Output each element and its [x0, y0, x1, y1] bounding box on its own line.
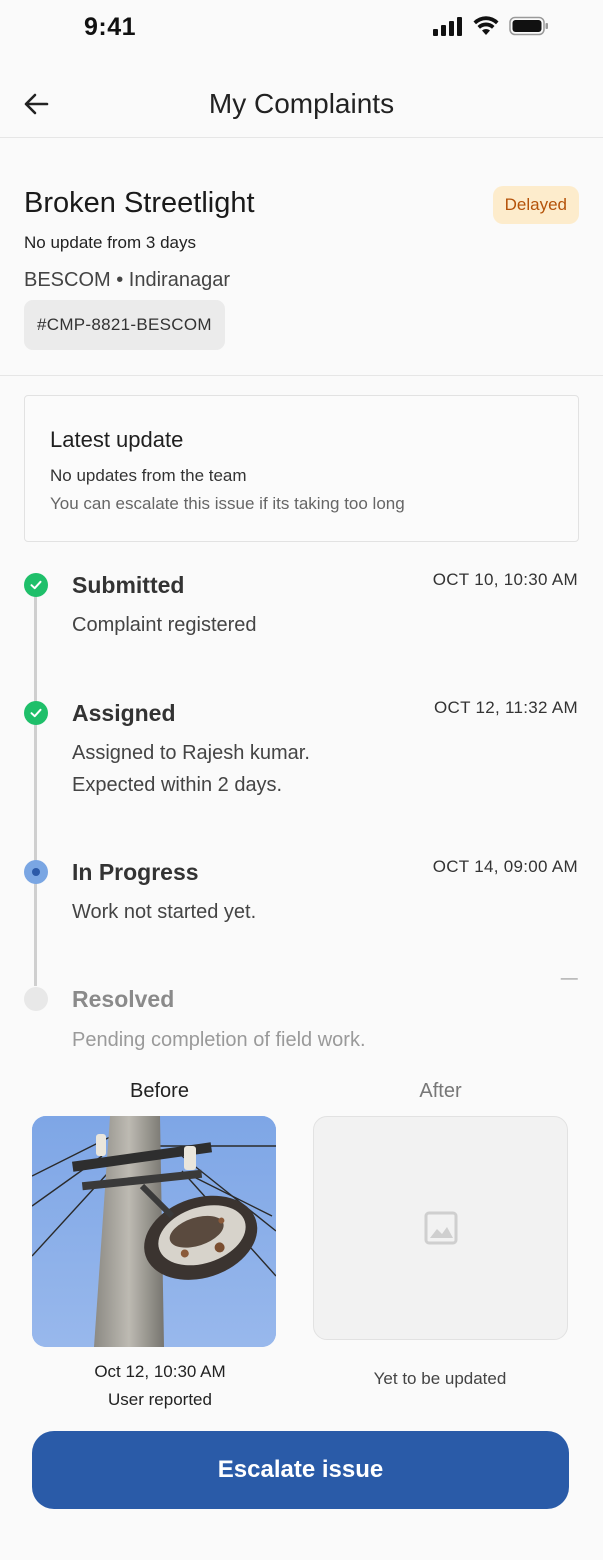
latest-update-title: Latest update [50, 427, 184, 452]
check-icon [24, 573, 48, 597]
timeline-description-line1: Assigned to Rajesh kumar. [72, 742, 310, 764]
navigation-bar: My Complaints [0, 72, 603, 138]
timeline-time: OCT 10, 10:30 AM [432, 570, 578, 589]
complaint-location: BESCOM • Indiranagar [24, 269, 230, 291]
check-icon [24, 701, 48, 725]
streetlight-photo [32, 1116, 276, 1347]
complaint-subtitle: No update from 3 days [24, 233, 196, 252]
status-icons [433, 16, 549, 36]
timeline-connector [34, 584, 37, 986]
after-photo-placeholder[interactable] [313, 1116, 568, 1340]
timeline-description: Pending completion of field work. [72, 1029, 366, 1051]
latest-update-card: Latest update No updates from the team Y… [24, 395, 579, 542]
image-placeholder-icon [424, 1211, 457, 1245]
timeline-title: In Progress [72, 859, 199, 885]
after-label: After [419, 1080, 462, 1102]
status-bar: 9:41 [0, 0, 603, 56]
before-photo[interactable] [32, 1116, 276, 1347]
timeline-description: Complaint registered [72, 614, 257, 636]
in-progress-dot-icon [24, 860, 48, 884]
status-time: 9:41 [84, 13, 137, 41]
latest-update-message: No updates from the team [50, 466, 247, 485]
cellular-signal-icon [433, 17, 462, 36]
status-badge: Delayed [492, 186, 579, 224]
before-label: Before [130, 1080, 189, 1102]
timeline-description-line2: Expected within 2 days. [72, 774, 283, 796]
timeline-title: Resolved [72, 986, 175, 1012]
timeline-title: Submitted [72, 572, 185, 598]
before-photo-date: Oct 12, 10:30 AM [94, 1362, 226, 1381]
wifi-icon [473, 16, 499, 35]
timeline-title: Assigned [72, 700, 176, 726]
before-photo-source: User reported [108, 1390, 212, 1409]
complaint-title: Broken Streetlight [24, 187, 255, 219]
timeline-time: OCT 14, 09:00 AM [432, 857, 578, 876]
after-photo-status: Yet to be updated [373, 1369, 507, 1388]
page-title: My Complaints [208, 88, 395, 119]
timeline-description: Work not started yet. [72, 901, 257, 923]
complaint-id-chip[interactable]: #CMP-8821-BESCOM [24, 300, 225, 350]
latest-update-hint: You can escalate this issue if its takin… [50, 494, 405, 513]
complaint-header: Broken Streetlight Delayed No update fro… [0, 139, 603, 376]
timeline-time: — [560, 968, 578, 987]
battery-icon [509, 16, 548, 36]
timeline-time: OCT 12, 11:32 AM [433, 698, 578, 717]
escalate-issue-button[interactable]: Escalate issue [32, 1431, 569, 1509]
pending-dot-icon [24, 987, 48, 1011]
